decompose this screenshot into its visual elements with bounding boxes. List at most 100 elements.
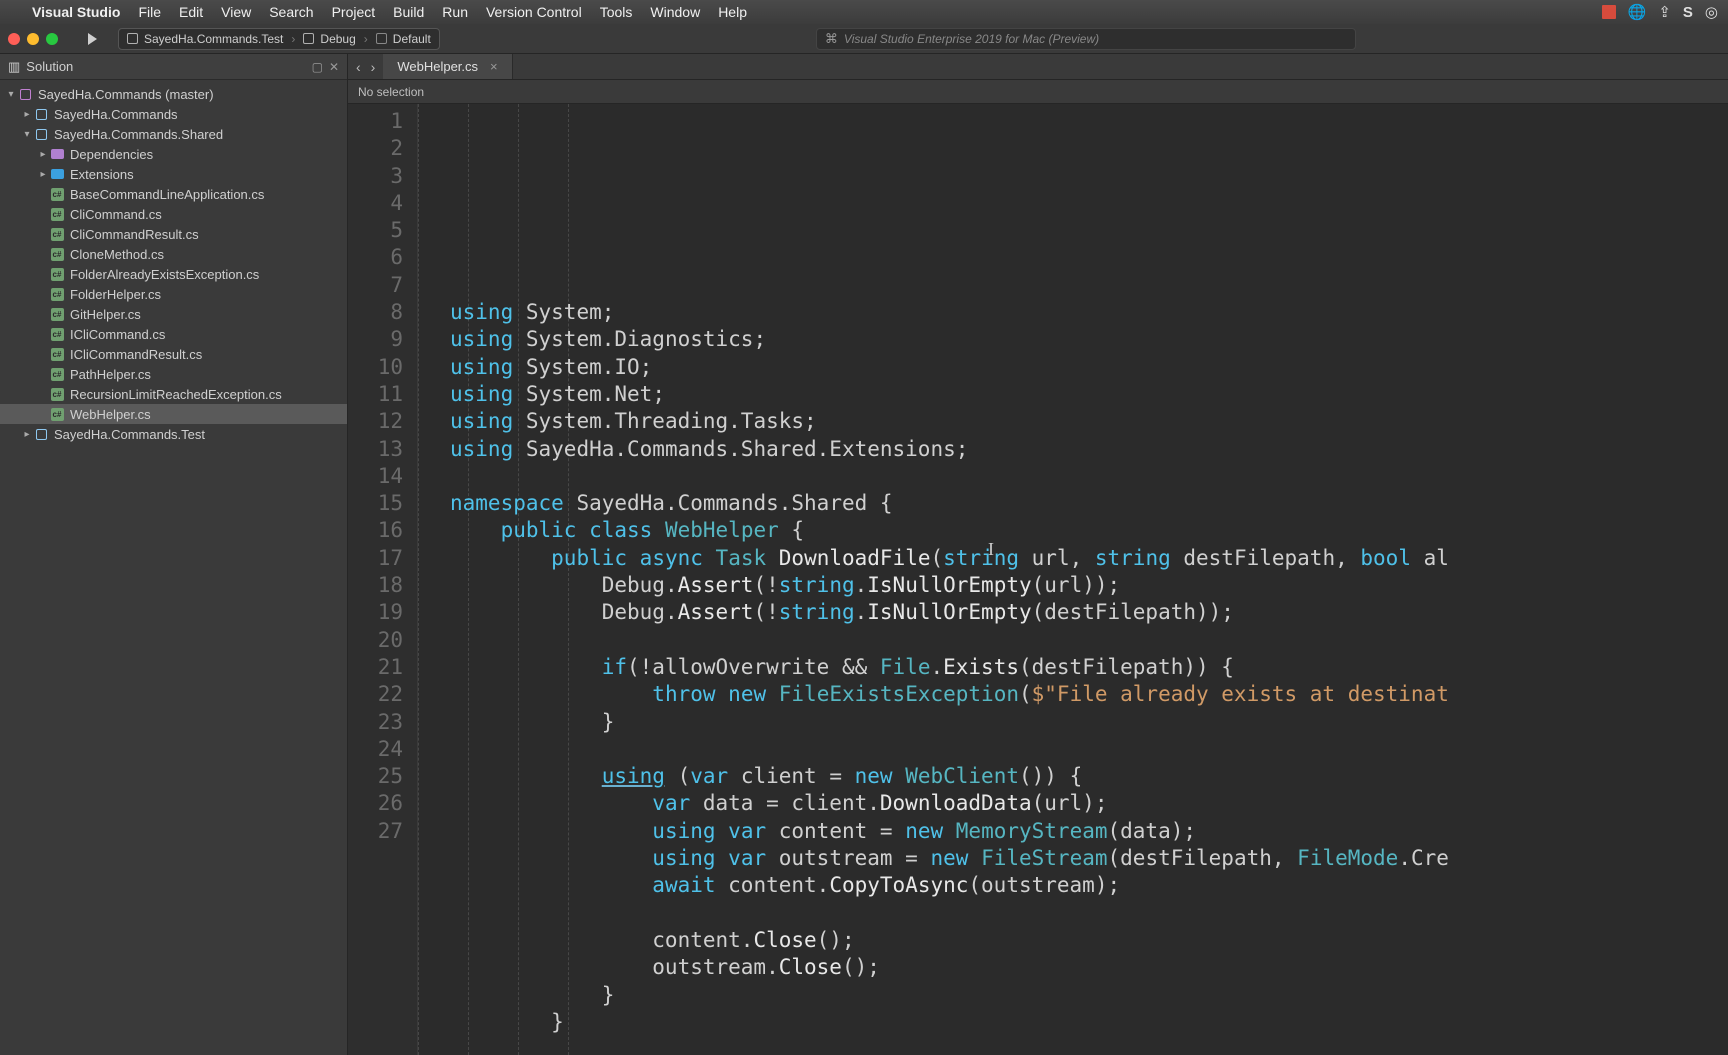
file-node[interactable]: c# FolderHelper.cs [0,284,347,304]
run-config-selector[interactable]: SayedHa.Commands.Test › Debug › Default [118,28,440,50]
run-config-label: Debug [320,32,355,46]
file-label: CliCommandResult.cs [70,227,199,242]
project-icon [36,129,47,140]
editor-tab[interactable]: WebHelper.cs × [383,54,512,79]
csharp-file-icon: c# [51,248,64,261]
nav-forward-icon[interactable]: › [371,59,376,75]
play-icon [88,33,97,45]
file-node[interactable]: c# FolderAlreadyExistsException.cs [0,264,347,284]
menu-view[interactable]: View [221,4,251,20]
file-label: FolderAlreadyExistsException.cs [70,267,259,282]
tray-dropbox-icon[interactable]: ⇪ [1658,3,1671,21]
menu-build[interactable]: Build [393,4,424,20]
file-node[interactable]: c# BaseCommandLineApplication.cs [0,184,347,204]
config-icon [303,33,314,44]
file-node[interactable]: c# CloneMethod.cs [0,244,347,264]
breadcrumb[interactable]: No selection [348,80,1728,104]
menu-vcs[interactable]: Version Control [486,4,582,20]
file-node[interactable]: c# RecursionLimitReachedException.cs [0,384,347,404]
chevron-down-icon: ▾ [22,129,32,140]
menu-window[interactable]: Window [650,4,700,20]
panel-close-icon[interactable]: ✕ [329,60,339,74]
csharp-file-icon: c# [51,208,64,221]
csharp-file-icon: c# [51,388,64,401]
project-label: SayedHa.Commands.Test [54,427,205,442]
file-node[interactable]: c# PathHelper.cs [0,364,347,384]
code-content[interactable]: I using System;using System.Diagnostics;… [418,104,1449,1055]
project-icon [127,33,138,44]
file-node[interactable]: c#GitHelper.cs [0,304,347,324]
menu-file[interactable]: File [138,4,161,20]
toolbar: SayedHa.Commands.Test › Debug › Default … [0,24,1728,54]
folder-extensions[interactable]: ▸ Extensions [0,164,347,184]
folder-icon [51,169,64,179]
menu-project[interactable]: Project [332,4,376,20]
tray-cc-icon[interactable]: ◎ [1705,3,1718,21]
project-icon [36,429,47,440]
csharp-file-icon: c# [51,188,64,201]
vs-logo-icon: ⌘ [825,31,838,47]
file-label: RecursionLimitReachedException.cs [70,387,282,402]
run-button[interactable] [78,29,106,49]
global-search[interactable]: ⌘ Visual Studio Enterprise 2019 for Mac … [816,28,1356,50]
file-node[interactable]: c#CliCommand.cs [0,204,347,224]
project-icon [36,109,47,120]
project-node-test[interactable]: ▸ SayedHa.Commands.Test [0,424,347,444]
file-label: BaseCommandLineApplication.cs [70,187,264,202]
file-label: CloneMethod.cs [70,247,164,262]
tray-s-icon[interactable]: S [1683,4,1693,21]
code-editor: ‹ › WebHelper.cs × No selection 12345678… [348,54,1728,1055]
nav-back-icon[interactable]: ‹ [356,59,361,75]
csharp-file-icon: c# [51,408,64,421]
solution-icon [20,89,31,100]
zoom-window-button[interactable] [46,33,58,45]
csharp-file-icon: c# [51,348,64,361]
target-icon [376,33,387,44]
chevron-down-icon: ▾ [6,89,16,100]
panel-title: Solution [26,59,73,74]
tray-globe-icon[interactable]: 🌐 [1628,3,1647,21]
solution-explorer: ▥ Solution ▢ ✕ ▾ SayedHa.Commands (maste… [0,54,348,1055]
chevron-right-icon: ▸ [38,149,48,160]
menu-help[interactable]: Help [718,4,747,20]
csharp-file-icon: c# [51,228,64,241]
solution-panel-header: ▥ Solution ▢ ✕ [0,54,347,80]
panel-pin-icon[interactable]: ▢ [312,60,323,74]
search-placeholder: Visual Studio Enterprise 2019 for Mac (P… [844,32,1099,46]
csharp-file-icon: c# [51,268,64,281]
file-node[interactable]: c# CliCommandResult.cs [0,224,347,244]
menu-tools[interactable]: Tools [600,4,633,20]
project-node-commands[interactable]: ▸ SayedHa.Commands [0,104,347,124]
file-node[interactable]: c# ICliCommandResult.cs [0,344,347,364]
file-node[interactable]: c# WebHelper.cs [0,404,347,424]
code-area[interactable]: 1234567891011121314151617181920212223242… [348,104,1728,1055]
solution-label: SayedHa.Commands (master) [38,87,214,102]
line-gutter: 1234567891011121314151617181920212223242… [348,104,418,1055]
tab-close-icon[interactable]: × [490,59,498,74]
breadcrumb-text: No selection [358,85,424,99]
close-window-button[interactable] [8,33,20,45]
csharp-file-icon: c# [51,288,64,301]
menu-search[interactable]: Search [269,4,313,20]
tray-status-icon[interactable] [1602,5,1616,19]
solution-node[interactable]: ▾ SayedHa.Commands (master) [0,84,347,104]
minimize-window-button[interactable] [27,33,39,45]
project-node-shared[interactable]: ▾ SayedHa.Commands.Shared [0,124,347,144]
folder-label: Dependencies [70,147,153,162]
run-target-label: Default [393,32,431,46]
menu-edit[interactable]: Edit [179,4,203,20]
csharp-file-icon: c# [51,308,64,321]
chevron-right-icon: ▸ [22,109,32,120]
tab-label: WebHelper.cs [397,59,478,74]
file-label: ICliCommandResult.cs [70,347,202,362]
folder-dependencies[interactable]: ▸ Dependencies [0,144,347,164]
file-label: PathHelper.cs [70,367,151,382]
project-label: SayedHa.Commands.Shared [54,127,223,142]
app-menu[interactable]: Visual Studio [32,4,120,20]
folder-icon [51,149,64,159]
file-label: FolderHelper.cs [70,287,161,302]
file-node[interactable]: c#ICliCommand.cs [0,324,347,344]
file-label: WebHelper.cs [70,407,151,422]
menu-run[interactable]: Run [442,4,468,20]
csharp-file-icon: c# [51,368,64,381]
